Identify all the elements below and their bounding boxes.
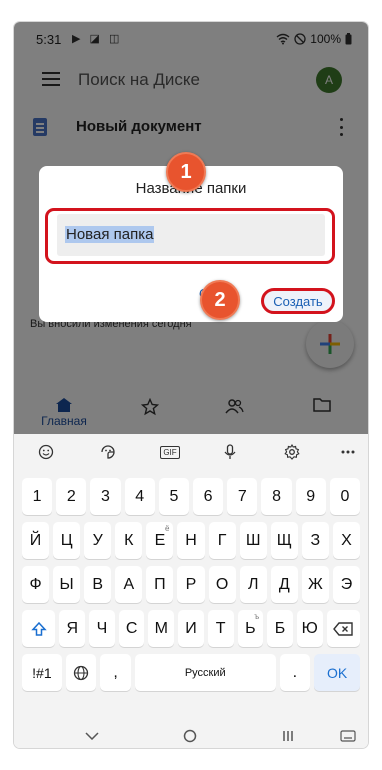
ok-key[interactable]: OK: [314, 654, 360, 691]
settings-icon[interactable]: [280, 442, 304, 462]
step-badge-1: 1: [166, 152, 206, 192]
key[interactable]: 5: [158, 478, 190, 515]
keyboard-number-row: 1 2 3 4 5 6 7 8 9 0: [22, 478, 361, 515]
key[interactable]: К: [115, 522, 143, 559]
gif-label: GIF: [160, 445, 180, 459]
key-with-hint[interactable]: Е ё: [146, 522, 174, 559]
keyboard-row-1: Й Ц У К Е ё Н Г Ш Щ З Х: [22, 522, 361, 559]
key[interactable]: Ч: [89, 610, 115, 647]
symbols-key[interactable]: !#1: [22, 654, 62, 691]
key[interactable]: 9: [295, 478, 326, 515]
create-button[interactable]: Создать: [261, 288, 335, 314]
key[interactable]: Ш: [239, 522, 267, 559]
keyboard-hide-icon[interactable]: [80, 724, 104, 748]
keyboard-row-3: Я Ч С М И Т Ь ъ Б Ю: [22, 610, 360, 647]
key-label: Ь: [245, 619, 256, 637]
key[interactable]: Я: [59, 610, 86, 647]
key[interactable]: С: [118, 610, 145, 647]
key-label: Е: [154, 531, 166, 549]
key[interactable]: П: [146, 566, 174, 603]
keyboard: GIF 1 2 3 4 5 6 7 8 9 0 Й Ц У К Е ё Н Г …: [14, 434, 368, 724]
emoji-icon[interactable]: [34, 442, 58, 462]
key[interactable]: З: [301, 522, 329, 559]
gif-icon[interactable]: GIF: [158, 442, 182, 462]
key[interactable]: А: [115, 566, 143, 603]
key[interactable]: И: [178, 610, 204, 647]
key[interactable]: О: [208, 566, 236, 603]
key[interactable]: 6: [193, 478, 224, 515]
phone-screen: 5:31 ▶ ◪ ◫ 100% Поиск на Диске А Новый д…: [14, 22, 368, 748]
key[interactable]: 1: [22, 478, 53, 515]
key[interactable]: Ы: [53, 566, 81, 603]
key[interactable]: 3: [90, 478, 121, 515]
keyboard-row-2: Ф Ы В А П Р О Л Д Ж Э: [22, 566, 361, 603]
keyboard-row-4: !#1 , Русский . OK: [22, 654, 360, 691]
keyboard-switch-icon[interactable]: [336, 724, 360, 748]
system-nav-bar: [14, 724, 368, 748]
space-key[interactable]: Русский: [134, 654, 276, 691]
key[interactable]: Й: [22, 522, 50, 559]
key[interactable]: Ю: [296, 610, 323, 647]
key[interactable]: Р: [177, 566, 205, 603]
key[interactable]: В: [84, 566, 112, 603]
key[interactable]: Д: [270, 566, 298, 603]
key[interactable]: 4: [124, 478, 155, 515]
key[interactable]: Ф: [22, 566, 50, 603]
comma-key[interactable]: ,: [100, 654, 131, 691]
key[interactable]: Ц: [53, 522, 81, 559]
shift-icon[interactable]: [22, 610, 56, 647]
home-circle-icon[interactable]: [178, 724, 202, 748]
sticker-icon[interactable]: [96, 442, 120, 462]
key[interactable]: М: [148, 610, 175, 647]
key[interactable]: 0: [329, 478, 361, 515]
input-highlight: [45, 208, 335, 264]
key[interactable]: 7: [227, 478, 258, 515]
key[interactable]: Н: [177, 522, 205, 559]
key[interactable]: Ж: [301, 566, 329, 603]
key-hint: ъ: [254, 612, 260, 621]
key[interactable]: 2: [56, 478, 87, 515]
key[interactable]: Щ: [270, 522, 298, 559]
key-with-hint[interactable]: Ь ъ: [237, 610, 264, 647]
recents-icon[interactable]: [276, 724, 300, 748]
keyboard-toolbar: GIF: [14, 434, 368, 470]
key[interactable]: Х: [332, 522, 361, 559]
key[interactable]: 8: [261, 478, 292, 515]
key-hint: ё: [165, 524, 170, 533]
backspace-icon[interactable]: [326, 610, 360, 647]
globe-icon[interactable]: [65, 654, 97, 691]
key[interactable]: Э: [332, 566, 361, 603]
key[interactable]: У: [84, 522, 112, 559]
key[interactable]: Б: [267, 610, 293, 647]
more-dots-icon[interactable]: [336, 442, 360, 462]
step-badge-2: 2: [200, 280, 240, 320]
period-key[interactable]: .: [279, 654, 311, 691]
key[interactable]: Т: [207, 610, 234, 647]
key[interactable]: Л: [239, 566, 267, 603]
mic-icon[interactable]: [218, 442, 242, 462]
key[interactable]: Г: [208, 522, 236, 559]
drive-app: 5:31 ▶ ◪ ◫ 100% Поиск на Диске А Новый д…: [14, 22, 368, 434]
